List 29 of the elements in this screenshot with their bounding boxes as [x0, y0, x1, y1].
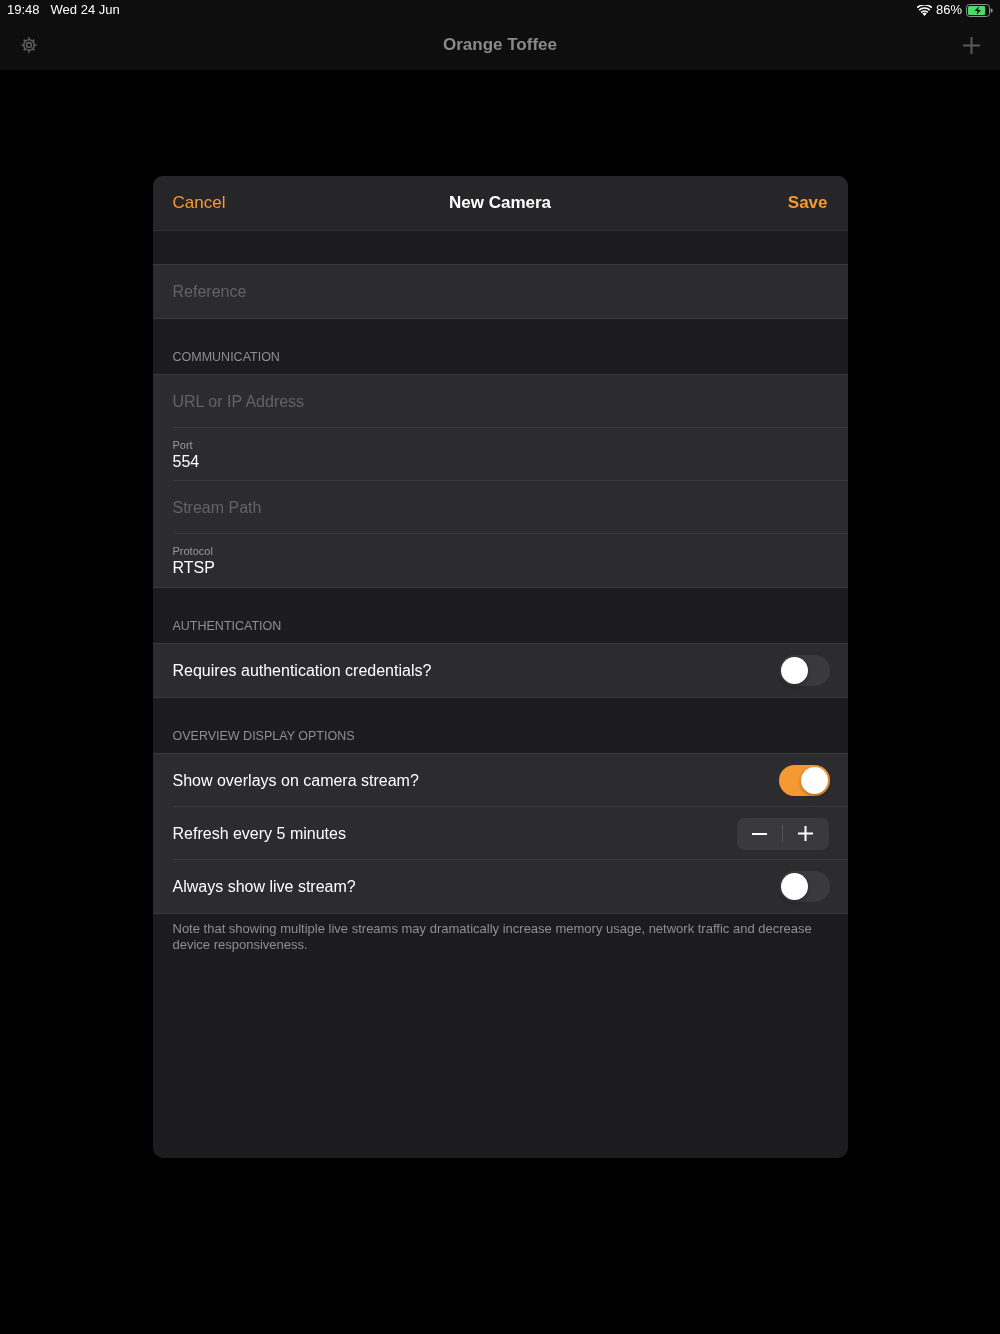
- minus-icon: [751, 832, 767, 835]
- labeled-field[interactable]: Protocol RTSP: [152, 534, 848, 587]
- status-time: 19:48: [7, 1, 40, 20]
- text-field[interactable]: Stream Path: [152, 481, 848, 534]
- text-field[interactable]: Reference: [152, 265, 848, 318]
- setting-label: Always show live stream?: [172, 876, 356, 897]
- section-header: OVERVIEW DISPLAY OPTIONS: [172, 728, 355, 746]
- setting-label: Show overlays on camera stream?: [172, 770, 419, 791]
- stepper[interactable]: [736, 817, 829, 850]
- add-icon[interactable]: [963, 36, 980, 54]
- toggle-switch[interactable]: [778, 655, 830, 686]
- setting-label: Requires authentication credentials?: [172, 660, 432, 681]
- footer-note: Note that showing multiple live streams may dramatically increase memory usage, network traffic and decrease device responsiveness.: [171, 920, 813, 953]
- toggle-switch[interactable]: [778, 765, 830, 796]
- plus-icon: [798, 826, 814, 841]
- toggle-switch[interactable]: [778, 871, 830, 902]
- setting-label: Refresh every 5 minutes: [172, 823, 346, 844]
- cancel-button[interactable]: Cancel: [172, 190, 226, 216]
- text-field[interactable]: URL or IP Address: [152, 375, 848, 428]
- wifi-icon: [916, 4, 932, 16]
- section-header: AUTHENTICATION: [172, 618, 282, 636]
- save-button[interactable]: Save: [787, 190, 828, 216]
- labeled-field[interactable]: Port 554: [152, 428, 848, 481]
- battery-percent: 86%: [935, 1, 962, 20]
- nav-title: Orange Toffee: [443, 34, 557, 57]
- section-header: COMMUNICATION: [172, 349, 280, 367]
- dialog-title: New Camera: [448, 192, 552, 215]
- settings-icon[interactable]: [20, 36, 38, 54]
- status-date: Wed 24 Jun: [50, 1, 120, 20]
